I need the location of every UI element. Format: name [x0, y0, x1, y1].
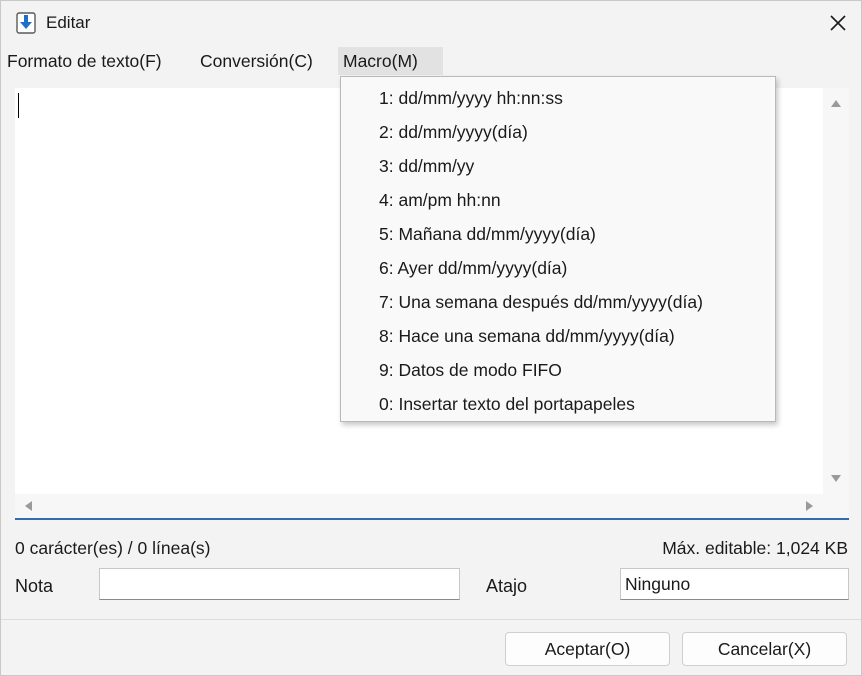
edit-dialog: Editar Formato de texto(F) Conversión(C)… — [0, 0, 862, 676]
macro-item-6[interactable]: 6: Ayer dd/mm/yyyy(día) — [341, 251, 775, 285]
scroll-right-icon[interactable] — [806, 501, 813, 511]
shortcut-label: Atajo — [486, 576, 528, 596]
scroll-down-icon[interactable] — [831, 475, 841, 482]
note-label: Nota — [15, 576, 54, 596]
note-input[interactable] — [99, 568, 460, 600]
macro-item-3[interactable]: 3: dd/mm/yy — [341, 149, 775, 183]
vertical-scrollbar[interactable] — [823, 88, 849, 494]
download-icon — [15, 12, 37, 34]
scroll-left-icon[interactable] — [25, 501, 32, 511]
close-icon — [830, 15, 846, 31]
footer-separator — [1, 619, 861, 620]
horizontal-scrollbar[interactable] — [15, 494, 823, 518]
ok-button[interactable]: Aceptar(O) — [505, 632, 670, 666]
text-caret — [18, 93, 19, 118]
menu-conversion[interactable]: Conversión(C) — [195, 47, 318, 75]
shortcut-field[interactable]: Ninguno — [620, 568, 849, 600]
macro-item-1[interactable]: 1: dd/mm/yyyy hh:nn:ss — [341, 81, 775, 115]
editor-focus-underline — [15, 518, 849, 520]
macro-item-9[interactable]: 9: Datos de modo FIFO — [341, 353, 775, 387]
close-button[interactable] — [815, 1, 861, 45]
menu-macro[interactable]: Macro(M) — [338, 47, 443, 75]
scrollbar-corner — [823, 494, 849, 518]
cancel-button[interactable]: Cancelar(X) — [682, 632, 847, 666]
char-line-count: 0 carácter(es) / 0 línea(s) — [15, 538, 211, 558]
macro-item-8[interactable]: 8: Hace una semana dd/mm/yyyy(día) — [341, 319, 775, 353]
macro-dropdown-menu: 1: dd/mm/yyyy hh:nn:ss 2: dd/mm/yyyy(día… — [340, 76, 776, 422]
max-editable: Máx. editable: 1,024 KB — [662, 538, 848, 558]
window-title: Editar — [46, 13, 91, 32]
macro-item-7[interactable]: 7: Una semana después dd/mm/yyyy(día) — [341, 285, 775, 319]
scroll-up-icon[interactable] — [831, 100, 841, 107]
menu-text-format[interactable]: Formato de texto(F) — [2, 47, 167, 75]
macro-item-5[interactable]: 5: Mañana dd/mm/yyyy(día) — [341, 217, 775, 251]
macro-item-0[interactable]: 0: Insertar texto del portapapeles — [341, 387, 775, 421]
macro-item-2[interactable]: 2: dd/mm/yyyy(día) — [341, 115, 775, 149]
macro-item-4[interactable]: 4: am/pm hh:nn — [341, 183, 775, 217]
menu-bar: Formato de texto(F) Conversión(C) Macro(… — [1, 47, 861, 75]
title-bar: Editar — [1, 1, 861, 45]
